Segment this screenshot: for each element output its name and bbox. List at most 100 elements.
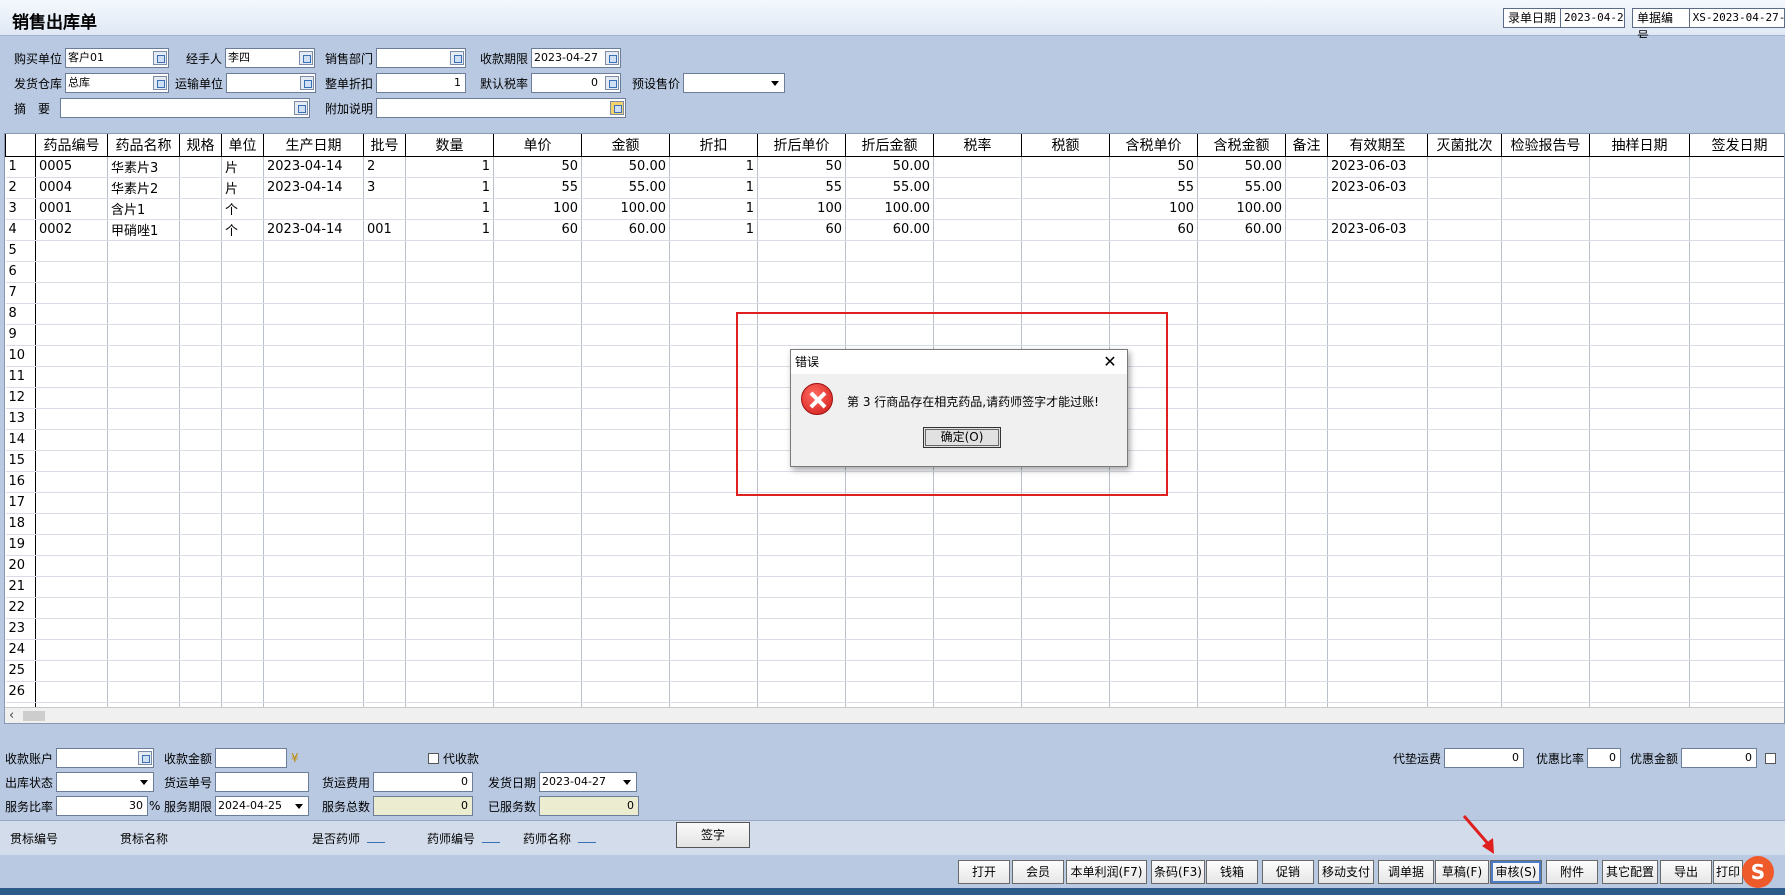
collect-field[interactable]: 代收款	[428, 748, 482, 768]
table-cell[interactable]	[221, 408, 264, 430]
table-cell[interactable]	[1689, 534, 1784, 556]
table-cell[interactable]	[1589, 240, 1690, 262]
table-cell[interactable]	[1689, 576, 1784, 598]
table-cell[interactable]	[1589, 261, 1690, 283]
table-cell[interactable]	[493, 408, 582, 430]
table-cell[interactable]	[581, 303, 670, 325]
column-header[interactable]: 生产日期	[263, 134, 364, 157]
ship-date-select[interactable]: 2023-04-27	[539, 772, 638, 792]
table-cell[interactable]	[493, 387, 582, 409]
column-header[interactable]: 签发日期	[1689, 134, 1784, 157]
table-row[interactable]: 23	[5, 618, 1784, 640]
note-input[interactable]	[376, 98, 627, 118]
table-cell[interactable]	[757, 261, 846, 283]
table-cell[interactable]	[1285, 282, 1328, 304]
column-header[interactable]: 规格	[179, 134, 222, 157]
table-cell[interactable]	[1021, 240, 1110, 262]
table-cell[interactable]	[493, 534, 582, 556]
table-cell[interactable]	[1427, 366, 1502, 388]
service-period-select[interactable]: 2024-04-25	[215, 796, 310, 816]
table-cell[interactable]	[581, 597, 670, 619]
table-cell[interactable]	[221, 345, 264, 367]
table-cell[interactable]	[1021, 618, 1110, 640]
table-cell[interactable]	[1021, 198, 1110, 220]
table-cell[interactable]	[179, 576, 222, 598]
table-cell[interactable]	[581, 366, 670, 388]
table-cell[interactable]	[35, 387, 108, 409]
column-header[interactable]: 单价	[493, 134, 582, 157]
table-cell[interactable]	[363, 534, 406, 556]
table-cell[interactable]	[757, 513, 846, 535]
table-cell[interactable]: 1	[405, 198, 494, 220]
waybill-input[interactable]	[215, 772, 310, 792]
table-cell[interactable]	[221, 303, 264, 325]
table-cell[interactable]	[933, 618, 1022, 640]
table-cell[interactable]	[363, 324, 406, 346]
table-cell[interactable]	[1197, 639, 1286, 661]
mobile-pay-button[interactable]: 移动支付	[1318, 860, 1374, 884]
table-cell[interactable]	[179, 492, 222, 514]
table-cell[interactable]	[1327, 366, 1428, 388]
column-header[interactable]: 含税单价	[1109, 134, 1198, 157]
table-cell[interactable]	[1689, 219, 1784, 241]
table-row[interactable]: 6	[5, 261, 1784, 283]
table-cell[interactable]	[35, 261, 108, 283]
table-cell[interactable]	[581, 282, 670, 304]
table-cell[interactable]	[363, 345, 406, 367]
table-cell[interactable]	[263, 282, 364, 304]
table-cell[interactable]	[933, 555, 1022, 577]
table-cell[interactable]	[1689, 429, 1784, 451]
column-header[interactable]: 灭菌批次	[1427, 134, 1502, 157]
table-cell[interactable]	[493, 513, 582, 535]
table-cell[interactable]	[1327, 492, 1428, 514]
column-header[interactable]: 税额	[1021, 134, 1110, 157]
table-cell[interactable]	[1501, 345, 1590, 367]
table-cell[interactable]	[1197, 282, 1286, 304]
table-cell[interactable]	[1327, 660, 1428, 682]
table-cell[interactable]	[1589, 681, 1690, 703]
table-cell[interactable]: 50	[1109, 156, 1198, 178]
table-cell[interactable]	[1501, 219, 1590, 241]
table-cell[interactable]: 55	[1109, 177, 1198, 199]
table-cell[interactable]	[1501, 681, 1590, 703]
table-cell[interactable]	[1327, 597, 1428, 619]
table-cell[interactable]	[107, 408, 180, 430]
table-cell[interactable]	[757, 660, 846, 682]
table-cell[interactable]	[1021, 177, 1110, 199]
entry-date-value[interactable]: 2023-04-27	[1561, 8, 1626, 28]
column-header[interactable]: 折后金额	[845, 134, 934, 157]
table-cell[interactable]	[1285, 471, 1328, 493]
table-cell[interactable]	[933, 513, 1022, 535]
table-cell[interactable]	[493, 660, 582, 682]
table-cell[interactable]	[263, 345, 364, 367]
table-cell[interactable]	[263, 261, 364, 283]
table-cell[interactable]: 50	[757, 156, 846, 178]
column-header[interactable]: 有效期至	[1327, 134, 1428, 157]
table-cell[interactable]	[263, 576, 364, 598]
table-cell[interactable]	[493, 618, 582, 640]
table-cell[interactable]	[1285, 618, 1328, 640]
table-cell[interactable]	[493, 597, 582, 619]
column-header[interactable]: 批号	[363, 134, 406, 157]
table-cell[interactable]	[263, 471, 364, 493]
table-cell[interactable]	[1427, 345, 1502, 367]
table-cell[interactable]	[1327, 261, 1428, 283]
table-cell[interactable]	[179, 219, 222, 241]
table-cell[interactable]	[221, 324, 264, 346]
table-cell[interactable]: 1	[669, 219, 758, 241]
table-cell[interactable]	[363, 492, 406, 514]
table-cell[interactable]	[363, 639, 406, 661]
table-cell[interactable]	[1109, 597, 1198, 619]
table-cell[interactable]: 1	[405, 219, 494, 241]
table-cell[interactable]	[1197, 324, 1286, 346]
coin-icon[interactable]: ¥	[291, 751, 299, 765]
table-cell[interactable]: 片	[221, 177, 264, 199]
audit-button[interactable]: 审核(S)	[1490, 860, 1542, 884]
table-cell[interactable]: 55	[493, 177, 582, 199]
table-cell[interactable]	[1427, 177, 1502, 199]
table-cell[interactable]	[1021, 681, 1110, 703]
table-cell[interactable]	[1021, 513, 1110, 535]
table-cell[interactable]: 55.00	[581, 177, 670, 199]
table-cell[interactable]	[1109, 240, 1198, 262]
table-cell[interactable]	[581, 240, 670, 262]
